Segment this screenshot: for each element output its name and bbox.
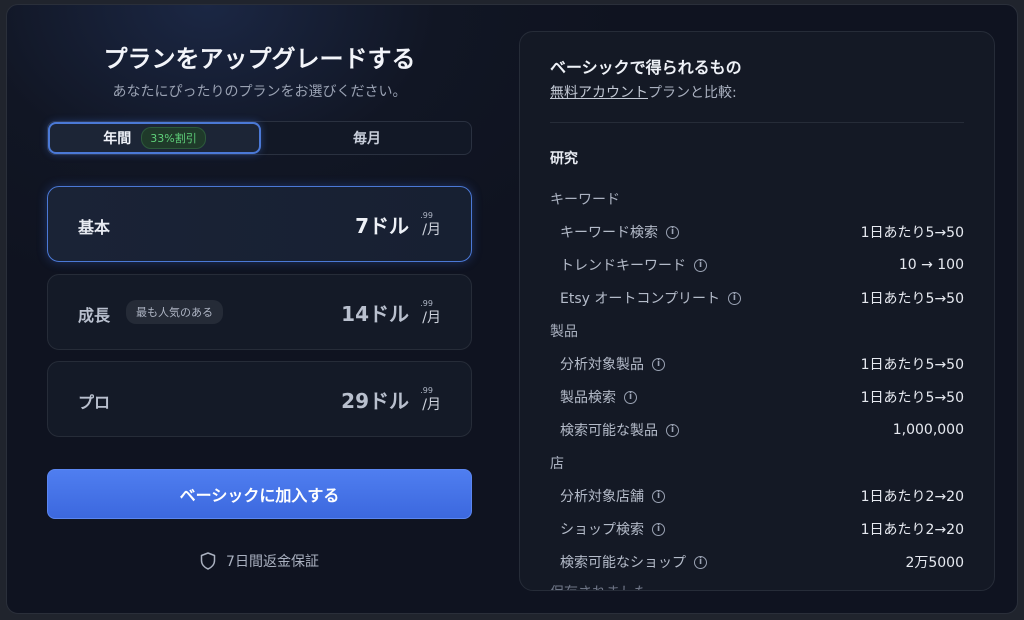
cut-off-category: 保存されました <box>550 582 648 590</box>
plan-price: 7ドル <box>355 214 409 238</box>
plan-price-period: /月 <box>422 397 441 413</box>
upgrade-plan-modal: プランをアップグレードする あなたにぴったりのプランをお選びください。 年間 3… <box>6 4 1018 614</box>
most-popular-badge: 最も人気のある <box>126 300 223 324</box>
info-icon[interactable]: i <box>652 357 665 371</box>
category-shops: 店 <box>550 456 564 472</box>
info-icon[interactable]: i <box>666 423 679 437</box>
plan-price: 29ドル <box>341 389 409 413</box>
plan-card-basic[interactable]: 基本 7ドル .99 /月 <box>47 186 472 262</box>
feature-value: 1日あたり5→50 <box>860 390 964 406</box>
shield-icon <box>200 552 216 570</box>
feature-row: 検索可能な製品 i 1,000,000 <box>560 420 964 440</box>
plan-card-pro[interactable]: プロ 29ドル .99 /月 <box>47 361 472 437</box>
feature-label: 分析対象製品 <box>560 357 644 373</box>
info-icon[interactable]: i <box>666 225 679 239</box>
feature-row: 検索可能なショップ i 2万5000 <box>560 552 964 572</box>
feature-label: ショップ検索 <box>560 522 644 538</box>
info-icon[interactable]: i <box>652 522 665 536</box>
feature-value: 10 → 100 <box>898 257 964 273</box>
plan-price-period: /月 <box>422 310 441 326</box>
feature-row: 製品検索 i 1日あたり5→50 <box>560 387 964 407</box>
plan-name: 成長 <box>78 306 111 325</box>
feature-value: 1日あたり5→50 <box>860 291 964 307</box>
feature-label: トレンドキーワード <box>560 258 686 274</box>
feature-value: 1,000,000 <box>892 422 964 438</box>
feature-label: キーワード検索 <box>560 225 658 241</box>
category-products: 製品 <box>550 324 578 340</box>
feature-value: 1日あたり2→20 <box>860 522 964 538</box>
feature-value: 2万5000 <box>905 555 964 571</box>
tab-monthly[interactable]: 毎月 <box>261 122 473 154</box>
compare-suffix: プランと比較: <box>648 85 737 101</box>
feature-label: 製品検索 <box>560 390 616 406</box>
feature-label: 検索可能なショップ <box>560 555 686 571</box>
info-icon[interactable]: i <box>694 258 707 272</box>
feature-value: 1日あたり2→20 <box>860 489 964 505</box>
page-title: プランをアップグレードする <box>103 45 416 73</box>
discount-badge: 33%割引 <box>141 127 206 149</box>
tab-yearly[interactable]: 年間 33%割引 <box>48 122 261 154</box>
billing-period-toggle: 年間 33%割引 毎月 <box>47 121 472 155</box>
plan-name: プロ <box>78 393 111 412</box>
features-heading: ベーシックで得られるもの <box>550 58 742 77</box>
feature-row: 分析対象店舗 i 1日あたり2→20 <box>560 486 964 506</box>
plan-selection-panel: プランをアップグレードする あなたにぴったりのプランをお選びください。 年間 3… <box>47 5 472 613</box>
divider <box>550 122 964 123</box>
category-keywords: キーワード <box>550 192 620 208</box>
free-account-link[interactable]: 無料アカウント <box>550 85 648 101</box>
section-research: 研究 <box>550 151 578 167</box>
info-icon[interactable]: i <box>624 390 637 404</box>
plan-price: 14ドル <box>341 302 409 326</box>
info-icon[interactable]: i <box>694 555 707 569</box>
feature-row: 分析対象製品 i 1日あたり5→50 <box>560 354 964 374</box>
info-icon[interactable]: i <box>652 489 665 503</box>
compare-text: 無料アカウントプランと比較: <box>550 82 737 102</box>
subscribe-button[interactable]: ベーシックに加入する <box>47 469 472 519</box>
feature-label: Etsy オートコンプリート <box>560 291 720 307</box>
feature-label: 検索可能な製品 <box>560 423 658 439</box>
tab-yearly-label: 年間 <box>103 131 132 147</box>
info-icon[interactable]: i <box>727 291 741 305</box>
feature-value: 1日あたり5→50 <box>860 357 964 373</box>
feature-row: ショップ検索 i 1日あたり2→20 <box>560 519 964 539</box>
feature-label: 分析対象店舗 <box>560 489 644 505</box>
guarantee-text: 7日間返金保証 <box>226 554 319 570</box>
tab-monthly-label: 毎月 <box>353 131 381 147</box>
features-panel[interactable]: ベーシックで得られるもの 無料アカウントプランと比較: 研究 キーワード キーワ… <box>519 31 995 591</box>
page-subtitle: あなたにぴったりのプランをお選びください。 <box>112 84 407 100</box>
feature-row: Etsy オートコンプリート i 1日あたり5→50 <box>560 288 964 308</box>
plan-price-period: /月 <box>422 222 441 238</box>
feature-value: 1日あたり5→50 <box>860 225 964 241</box>
plan-name: 基本 <box>78 218 111 237</box>
plan-card-growth[interactable]: 成長 最も人気のある 14ドル .99 /月 <box>47 274 472 350</box>
refund-guarantee: 7日間返金保証 <box>47 551 472 571</box>
feature-row: キーワード検索 i 1日あたり5→50 <box>560 222 964 242</box>
feature-row: トレンドキーワード i 10 → 100 <box>560 255 964 275</box>
